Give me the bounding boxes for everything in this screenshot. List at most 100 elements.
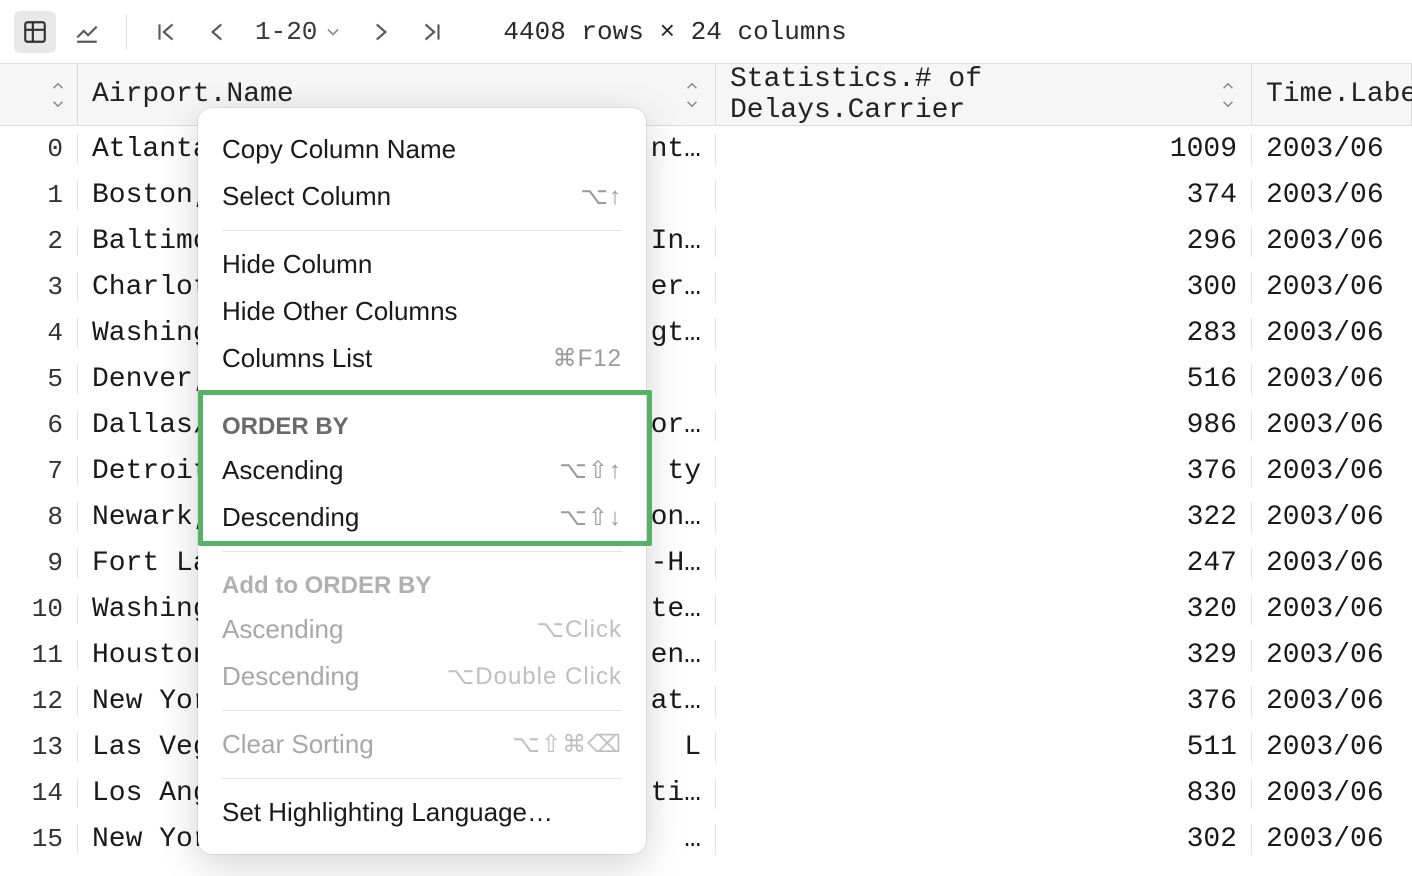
row-number: 12 xyxy=(0,686,78,716)
shortcut-label: ⌥↑ xyxy=(580,182,622,211)
column-header-time-label[interactable]: Time.Label xyxy=(1252,64,1412,125)
cell-delays-carrier: 1009 xyxy=(716,134,1252,165)
row-number: 10 xyxy=(0,594,78,624)
ctx-heading-order-by: ORDER BY xyxy=(198,403,646,447)
last-page-button[interactable] xyxy=(411,11,453,53)
cell-time-label: 2003/06 xyxy=(1252,456,1412,487)
row-number: 3 xyxy=(0,272,78,302)
toolbar-separator xyxy=(126,15,127,49)
ctx-label: Hide Column xyxy=(222,249,372,280)
cell-delays-carrier: 300 xyxy=(716,272,1252,303)
cell-time-label: 2003/06 xyxy=(1252,778,1412,809)
cell-delays-carrier: 830 xyxy=(716,778,1252,809)
ctx-heading-add-order-by: Add to ORDER BY xyxy=(198,562,646,606)
row-number: 9 xyxy=(0,548,78,578)
first-page-button[interactable] xyxy=(145,11,187,53)
row-number: 4 xyxy=(0,318,78,348)
ctx-select-column[interactable]: Select Column ⌥↑ xyxy=(198,173,646,220)
cell-delays-carrier: 374 xyxy=(716,180,1252,211)
shortcut-label: ⌘F12 xyxy=(553,344,622,373)
row-number: 15 xyxy=(0,824,78,854)
ctx-separator xyxy=(222,230,622,231)
table-view-button[interactable] xyxy=(14,11,56,53)
ctx-set-highlighting-language[interactable]: Set Highlighting Language… xyxy=(198,789,646,836)
next-page-button[interactable] xyxy=(359,11,401,53)
shortcut-label: ⌥Double Click xyxy=(447,662,622,691)
toolbar: 1-20 4408 rows × 24 columns xyxy=(0,0,1412,64)
cell-time-label: 2003/06 xyxy=(1252,272,1412,303)
ctx-separator xyxy=(222,392,622,393)
ctx-label: Copy Column Name xyxy=(222,134,456,165)
row-number: 13 xyxy=(0,732,78,762)
cell-time-label: 2003/06 xyxy=(1252,410,1412,441)
shortcut-label: ⌥⇧⌘⌫ xyxy=(512,730,622,759)
column-header-delays-carrier[interactable]: Statistics.# of Delays.Carrier xyxy=(716,64,1252,125)
page-range-dropdown[interactable]: 1-20 xyxy=(249,17,349,47)
ctx-hide-other-columns[interactable]: Hide Other Columns xyxy=(198,288,646,335)
ctx-label: Set Highlighting Language… xyxy=(222,797,553,828)
cell-time-label: 2003/06 xyxy=(1252,134,1412,165)
shortcut-label: ⌥Click xyxy=(536,615,622,644)
cell-delays-carrier: 320 xyxy=(716,594,1252,625)
row-number: 1 xyxy=(0,180,78,210)
column-context-menu: Copy Column Name Select Column ⌥↑ Hide C… xyxy=(198,108,646,854)
cell-delays-carrier: 283 xyxy=(716,318,1252,349)
cell-time-label: 2003/06 xyxy=(1252,732,1412,763)
ctx-label: Descending xyxy=(222,502,359,533)
cell-time-label: 2003/06 xyxy=(1252,640,1412,671)
cell-delays-carrier: 516 xyxy=(716,364,1252,395)
ctx-copy-column-name[interactable]: Copy Column Name xyxy=(198,126,646,173)
cell-time-label: 2003/06 xyxy=(1252,548,1412,579)
cell-time-label: 2003/06 xyxy=(1252,180,1412,211)
cell-time-label: 2003/06 xyxy=(1252,226,1412,257)
cell-delays-carrier: 247 xyxy=(716,548,1252,579)
row-number: 7 xyxy=(0,456,78,486)
column-header-label: Airport.Name xyxy=(92,79,294,110)
sort-indicator-icon xyxy=(49,77,67,113)
ctx-separator xyxy=(222,551,622,552)
ctx-label: Ascending xyxy=(222,614,343,645)
ctx-order-descending[interactable]: Descending ⌥⇧↓ xyxy=(198,494,646,541)
shortcut-label: ⌥⇧↑ xyxy=(559,456,622,485)
ctx-add-order-ascending: Ascending ⌥Click xyxy=(198,606,646,653)
cell-delays-carrier: 329 xyxy=(716,640,1252,671)
cell-time-label: 2003/06 xyxy=(1252,824,1412,855)
cell-delays-carrier: 376 xyxy=(716,456,1252,487)
cell-time-label: 2003/06 xyxy=(1252,502,1412,533)
ctx-separator xyxy=(222,778,622,779)
cell-delays-carrier: 322 xyxy=(716,502,1252,533)
page-range-label: 1-20 xyxy=(255,17,317,47)
ctx-label: Columns List xyxy=(222,343,372,374)
ctx-hide-column[interactable]: Hide Column xyxy=(198,241,646,288)
row-number: 14 xyxy=(0,778,78,808)
cell-delays-carrier: 296 xyxy=(716,226,1252,257)
row-number: 8 xyxy=(0,502,78,532)
sort-indicator-icon xyxy=(683,77,701,113)
ctx-label: Clear Sorting xyxy=(222,729,374,760)
row-number: 2 xyxy=(0,226,78,256)
ctx-add-order-descending: Descending ⌥Double Click xyxy=(198,653,646,700)
cell-time-label: 2003/06 xyxy=(1252,318,1412,349)
cell-time-label: 2003/06 xyxy=(1252,364,1412,395)
row-number: 6 xyxy=(0,410,78,440)
cell-delays-carrier: 511 xyxy=(716,732,1252,763)
sort-indicator-icon xyxy=(1219,77,1237,113)
row-number-header[interactable] xyxy=(0,64,78,125)
row-col-status: 4408 rows × 24 columns xyxy=(503,17,846,47)
prev-page-button[interactable] xyxy=(197,11,239,53)
ctx-order-ascending[interactable]: Ascending ⌥⇧↑ xyxy=(198,447,646,494)
row-number: 11 xyxy=(0,640,78,670)
cell-time-label: 2003/06 xyxy=(1252,594,1412,625)
ctx-label: Ascending xyxy=(222,455,343,486)
chart-view-button[interactable] xyxy=(66,11,108,53)
column-header-label: Time.Label xyxy=(1266,79,1412,110)
row-number: 0 xyxy=(0,134,78,164)
ctx-label: Hide Other Columns xyxy=(222,296,458,327)
row-number: 5 xyxy=(0,364,78,394)
ctx-columns-list[interactable]: Columns List ⌘F12 xyxy=(198,335,646,382)
shortcut-label: ⌥⇧↓ xyxy=(559,503,622,532)
cell-delays-carrier: 376 xyxy=(716,686,1252,717)
cell-delays-carrier: 302 xyxy=(716,824,1252,855)
cell-delays-carrier: 986 xyxy=(716,410,1252,441)
ctx-separator xyxy=(222,710,622,711)
